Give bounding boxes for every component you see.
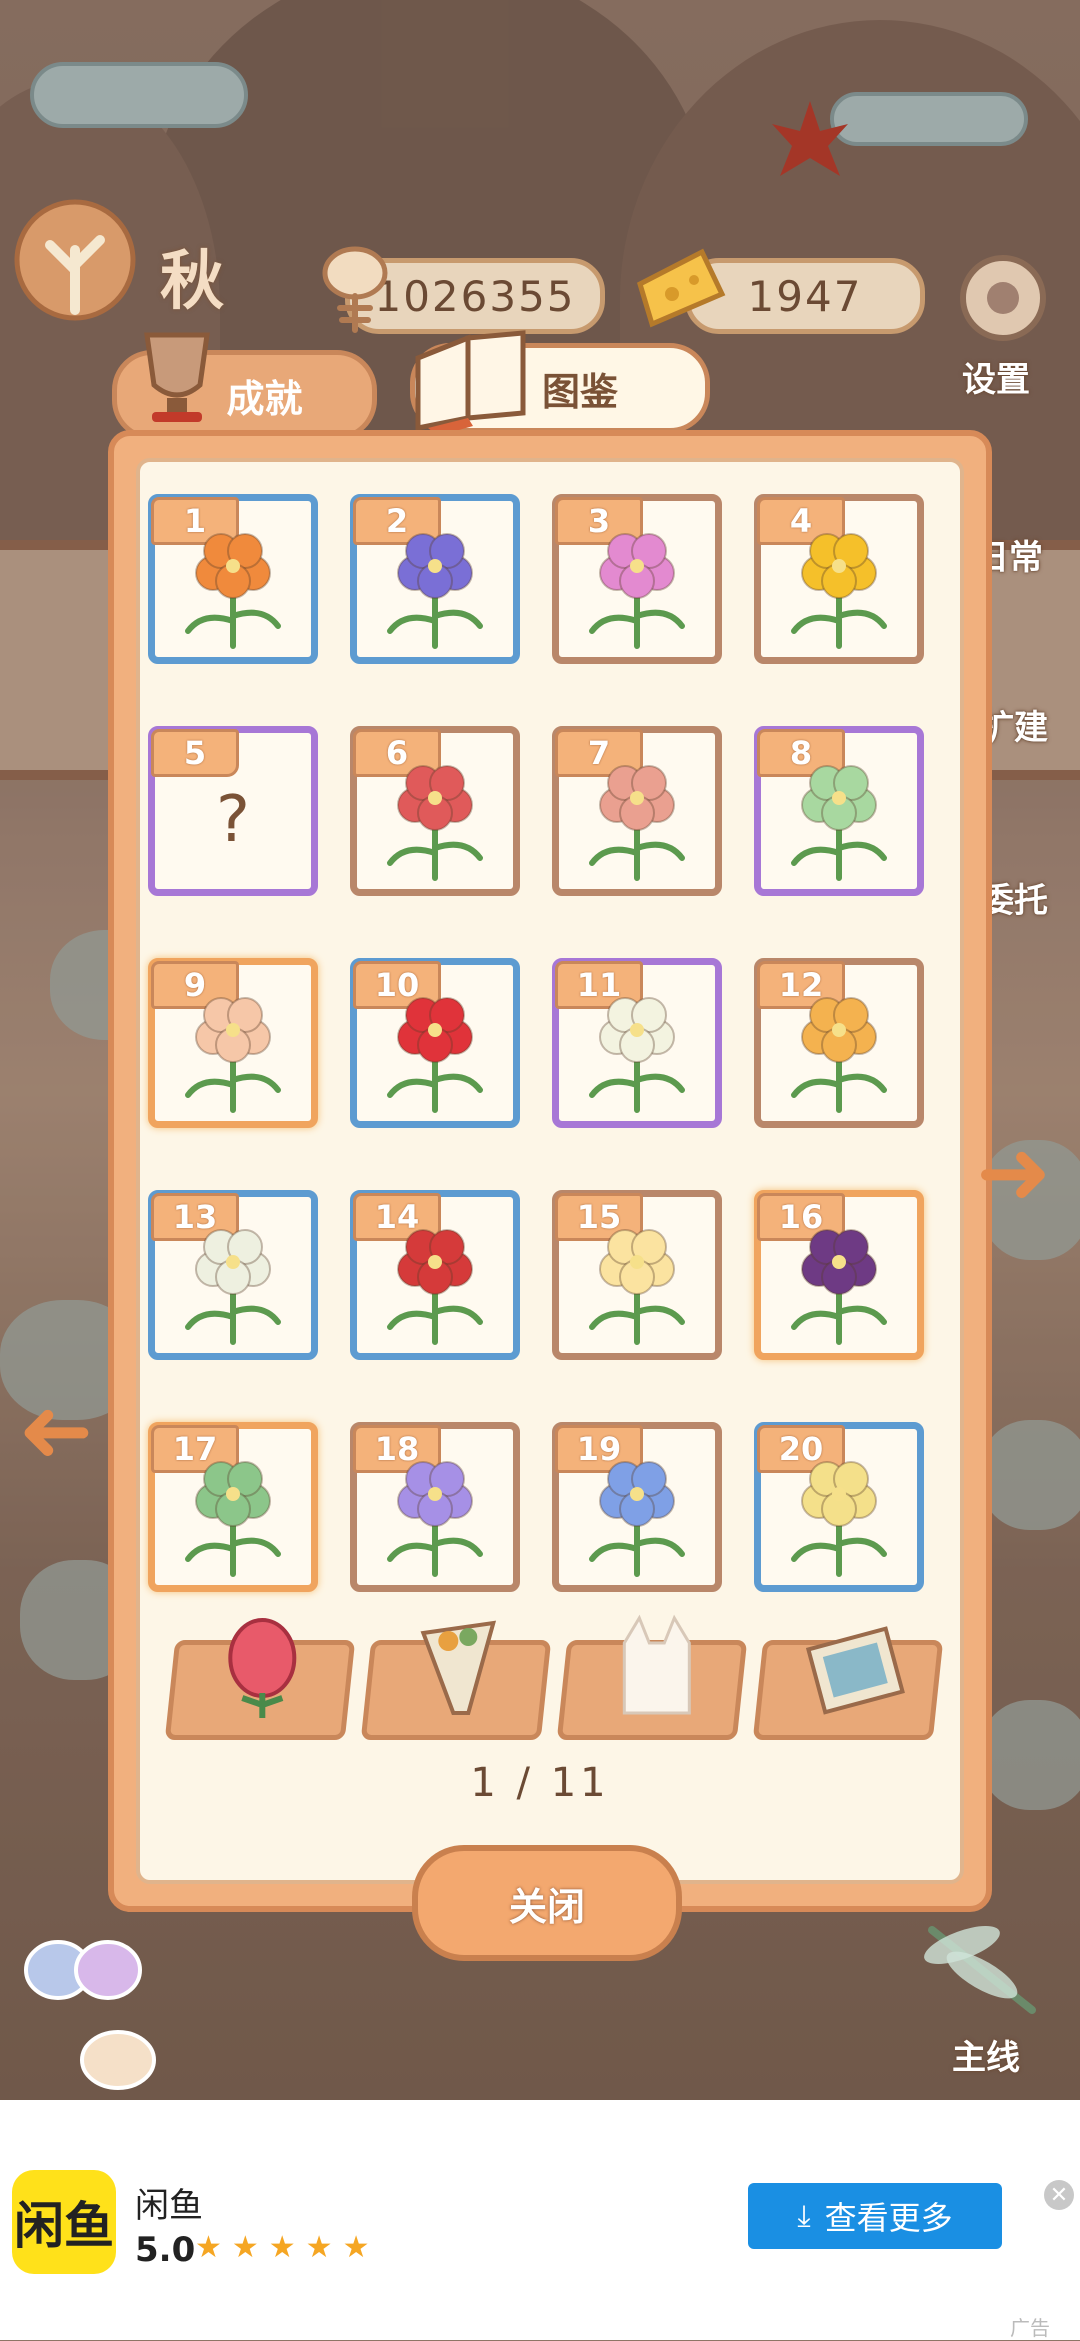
- purple-rose-flower-icon: [791, 1229, 887, 1345]
- flower-card[interactable]: 7: [552, 726, 722, 896]
- ad-stars-icon: ★★★★★: [195, 2230, 380, 2265]
- ad-banner[interactable]: 闲鱼 闲鱼 5.0 ★★★★★ ⤓ 查看更多 ✕: [0, 2100, 1080, 2340]
- green-star-flower-icon: [791, 765, 887, 881]
- red-lips-flower-icon: [387, 1229, 483, 1345]
- download-icon: ⤓: [797, 2198, 811, 2234]
- page-indicator: 1 / 11: [470, 1760, 610, 1806]
- tab-atlas-label: 图鉴: [541, 369, 618, 414]
- flower-card[interactable]: 4: [754, 494, 924, 664]
- photo-icon: [805, 1626, 905, 1715]
- next-page-arrow-icon[interactable]: ➜: [976, 1120, 1051, 1225]
- plumeria-flower-icon: [589, 1229, 685, 1345]
- flower-card[interactable]: 5?: [148, 726, 318, 896]
- ad-button-label: 查看更多: [824, 2199, 953, 2237]
- ad-app-logo[interactable]: 闲鱼: [12, 2170, 116, 2274]
- rose-bud-icon: [228, 1618, 297, 1718]
- tree-icon: [14, 199, 136, 321]
- white-trumpet-flower-icon: [589, 997, 685, 1113]
- flower-card[interactable]: 10: [350, 958, 520, 1128]
- white-egret-flower-icon: [185, 1229, 281, 1345]
- close-button[interactable]: 关闭: [412, 1845, 682, 1961]
- settings-button[interactable]: 设置: [948, 248, 1058, 400]
- unknown-flower-mark: ?: [216, 783, 250, 857]
- season-label: 秋: [160, 245, 224, 319]
- cat-silhouette-icon: [622, 1614, 691, 1715]
- fish-bone-icon: [322, 246, 388, 333]
- side-menu-main-quest[interactable]: 主线: [952, 2030, 1020, 2079]
- flower-card[interactable]: 2: [350, 494, 520, 664]
- flower-card[interactable]: 3: [552, 494, 722, 664]
- flower-card[interactable]: 18: [350, 1422, 520, 1592]
- category-cat-tab[interactable]: [556, 1614, 748, 1740]
- flower-card[interactable]: 19: [552, 1422, 722, 1592]
- yellow-phlox-flower-icon: [791, 1461, 887, 1577]
- fish-count: 1026355: [374, 271, 576, 321]
- flower-card[interactable]: 20: [754, 1422, 924, 1592]
- flower-card[interactable]: 12: [754, 958, 924, 1128]
- hoya-flower-icon: [589, 765, 685, 881]
- orange-tulip-flower-icon: [791, 997, 887, 1113]
- rainbow-petals-flower-icon: [185, 997, 281, 1113]
- prev-page-arrow-icon[interactable]: ➜: [18, 1378, 93, 1483]
- dragonfly-icon: [924, 1926, 1036, 2014]
- flower-card[interactable]: 16: [754, 1190, 924, 1360]
- sunflower-flower-icon: [791, 533, 887, 649]
- butterfly-icon: [24, 1940, 156, 2090]
- flower-card[interactable]: 9: [148, 958, 318, 1128]
- green-cone-flower-icon: [185, 1461, 281, 1577]
- flower-card[interactable]: 15: [552, 1190, 722, 1360]
- bird-of-paradise-flower-icon: [185, 533, 281, 649]
- flower-card[interactable]: 13: [148, 1190, 318, 1360]
- card-number: 5: [151, 729, 239, 777]
- gear-icon: [960, 255, 1046, 341]
- ad-view-more-button[interactable]: ⤓ 查看更多: [748, 2183, 1002, 2249]
- flower-card[interactable]: 1: [148, 494, 318, 664]
- cheese-count: 1947: [747, 271, 863, 321]
- category-rose-tab[interactable]: [164, 1618, 356, 1740]
- pink-cluster-flower-icon: [589, 533, 685, 649]
- flower-card[interactable]: 8: [754, 726, 924, 896]
- settings-label: 设置: [962, 360, 1030, 400]
- ad-tag: 广告: [1010, 2316, 1050, 2340]
- ad-app-name: 闲鱼: [135, 2186, 203, 2226]
- purple-phlox-flower-icon: [387, 1461, 483, 1577]
- season-badge[interactable]: 秋: [10, 190, 224, 334]
- ad-close-icon[interactable]: ✕: [1044, 2180, 1074, 2210]
- flower-card[interactable]: 11: [552, 958, 722, 1128]
- red-spider-lily-flower-icon: [387, 997, 483, 1113]
- book-icon: [415, 330, 526, 436]
- category-photo-tab[interactable]: [752, 1626, 944, 1740]
- trophy-icon: [144, 332, 210, 422]
- flower-card[interactable]: 17: [148, 1422, 318, 1592]
- blue-phlox-flower-icon: [589, 1461, 685, 1577]
- flower-card[interactable]: 14: [350, 1190, 520, 1360]
- cheese-icon: [637, 248, 726, 328]
- bouquet-icon: [420, 1620, 497, 1715]
- bellflower-flower-icon: [387, 533, 483, 649]
- category-bouquet-tab[interactable]: [360, 1620, 552, 1740]
- red-spike-flower-icon: [387, 765, 483, 881]
- flower-card[interactable]: 6: [350, 726, 520, 896]
- close-button-label: 关闭: [508, 1884, 585, 1929]
- ad-logo-text: 闲鱼: [14, 2197, 114, 2255]
- ad-rating: 5.0: [135, 2230, 196, 2270]
